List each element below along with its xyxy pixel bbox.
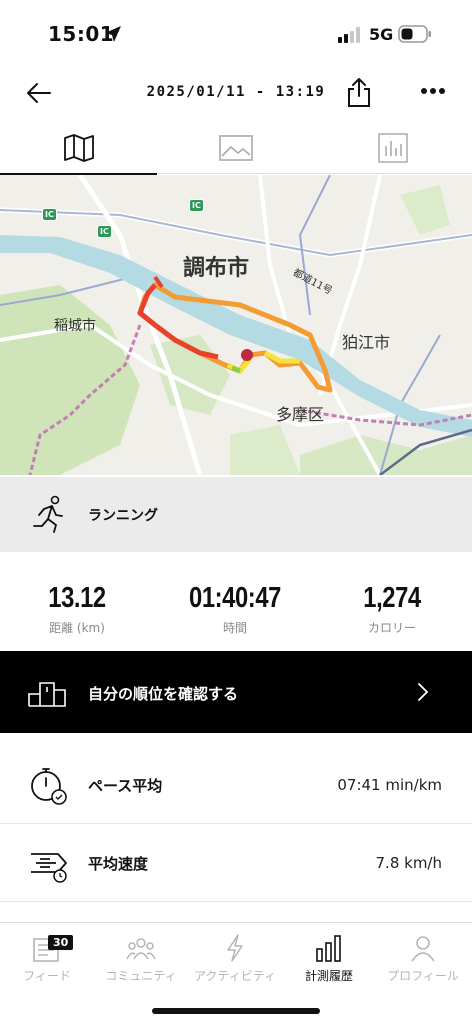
activity-type-label: ランニング: [88, 508, 158, 524]
network-type: 5G: [369, 25, 394, 44]
activity-datetime: 2025/01/11 - 13:19: [146, 84, 326, 100]
bottom-tab-label: コミュニティ: [105, 969, 177, 983]
history-bars-icon: [316, 935, 341, 962]
ic-marker: IC: [97, 225, 112, 238]
activity-type-row: ランニング: [0, 477, 472, 552]
profile-icon: [411, 936, 435, 962]
calories-label: カロリー: [367, 621, 416, 635]
distance-label: 距離 (km): [49, 621, 105, 635]
bottom-tab-activity[interactable]: アクティビティ: [188, 929, 282, 989]
metric-row-avg-pace: ペース平均 07:41 min/km: [0, 746, 472, 824]
podium-icon: [28, 682, 66, 707]
stopwatch-icon: [31, 768, 67, 805]
running-person-icon: [33, 495, 63, 533]
lightning-icon: [227, 934, 243, 962]
cell-signal-icon: [338, 27, 360, 43]
bottom-tab-history[interactable]: 計測履歴: [282, 929, 376, 989]
bottom-tab-label: 計測履歴: [304, 969, 353, 983]
bottom-tab-label: プロフィール: [387, 969, 459, 983]
bottom-tab-label: アクティビティ: [194, 969, 276, 983]
chevron-right-icon: [418, 683, 429, 701]
ic-marker: IC: [42, 208, 57, 221]
tab-photos[interactable]: [157, 122, 314, 174]
tab-map[interactable]: [0, 122, 157, 175]
share-icon[interactable]: [344, 76, 374, 108]
avg-speed-label: 平均速度: [88, 855, 149, 873]
bottom-tab-profile[interactable]: プロフィール: [376, 929, 470, 989]
bottom-tab-feed[interactable]: 30 フィード: [0, 929, 94, 989]
distance-value: 13.12: [48, 582, 106, 614]
ic-marker: IC: [189, 199, 204, 212]
map-label-chofu: 調布市: [183, 256, 250, 281]
top-nav-bar: 2025/01/11 - 13:19: [0, 66, 472, 122]
summary-stats: 13.12 距離 (km) 01:40:47 時間 1,274 カロリー: [0, 553, 472, 651]
time-label: 時間: [222, 621, 247, 635]
metric-row-avg-speed: 平均速度 7.8 km/h: [0, 824, 472, 902]
check-ranking-button[interactable]: 自分の順位を確認する: [0, 651, 472, 733]
stat-calories: 1,274 カロリー: [322, 581, 462, 636]
avg-pace-label: ペース平均: [88, 777, 163, 795]
status-bar: 15:01 5G: [0, 0, 472, 66]
feed-badge-count: 30: [48, 935, 74, 950]
image-icon: [218, 135, 253, 161]
stat-distance: 13.12 距離 (km): [7, 581, 147, 636]
tab-stats[interactable]: [314, 122, 471, 174]
calories-value: 1,274: [363, 582, 421, 614]
map-label-tama: 多摩区: [276, 405, 325, 424]
view-tabs: [0, 122, 472, 175]
bar-chart-icon: [377, 133, 408, 163]
stat-time: 01:40:47 時間: [165, 581, 305, 636]
check-ranking-label: 自分の順位を確認する: [88, 685, 239, 703]
map-icon: [63, 134, 94, 162]
speed-lines-icon: [31, 853, 67, 883]
avg-speed-value: 7.8 km/h: [375, 854, 442, 872]
more-dots-icon[interactable]: [420, 86, 446, 96]
bottom-tab-community[interactable]: コミュニティ: [94, 929, 188, 989]
map-label-inagi: 稲城市: [54, 318, 96, 334]
community-icon: [126, 938, 156, 960]
location-arrow-icon: [105, 26, 121, 42]
avg-pace-value: 07:41 min/km: [337, 776, 442, 794]
battery-icon: [398, 25, 431, 43]
time-value: 01:40:47: [189, 582, 281, 614]
route-map[interactable]: 調布市 稲城市 狛江市 多摩区 都道11号 IC IC IC: [0, 175, 472, 475]
bottom-tab-label: フィード: [23, 969, 71, 983]
map-label-komae: 狛江市: [342, 333, 391, 352]
home-indicator: [152, 1008, 320, 1014]
